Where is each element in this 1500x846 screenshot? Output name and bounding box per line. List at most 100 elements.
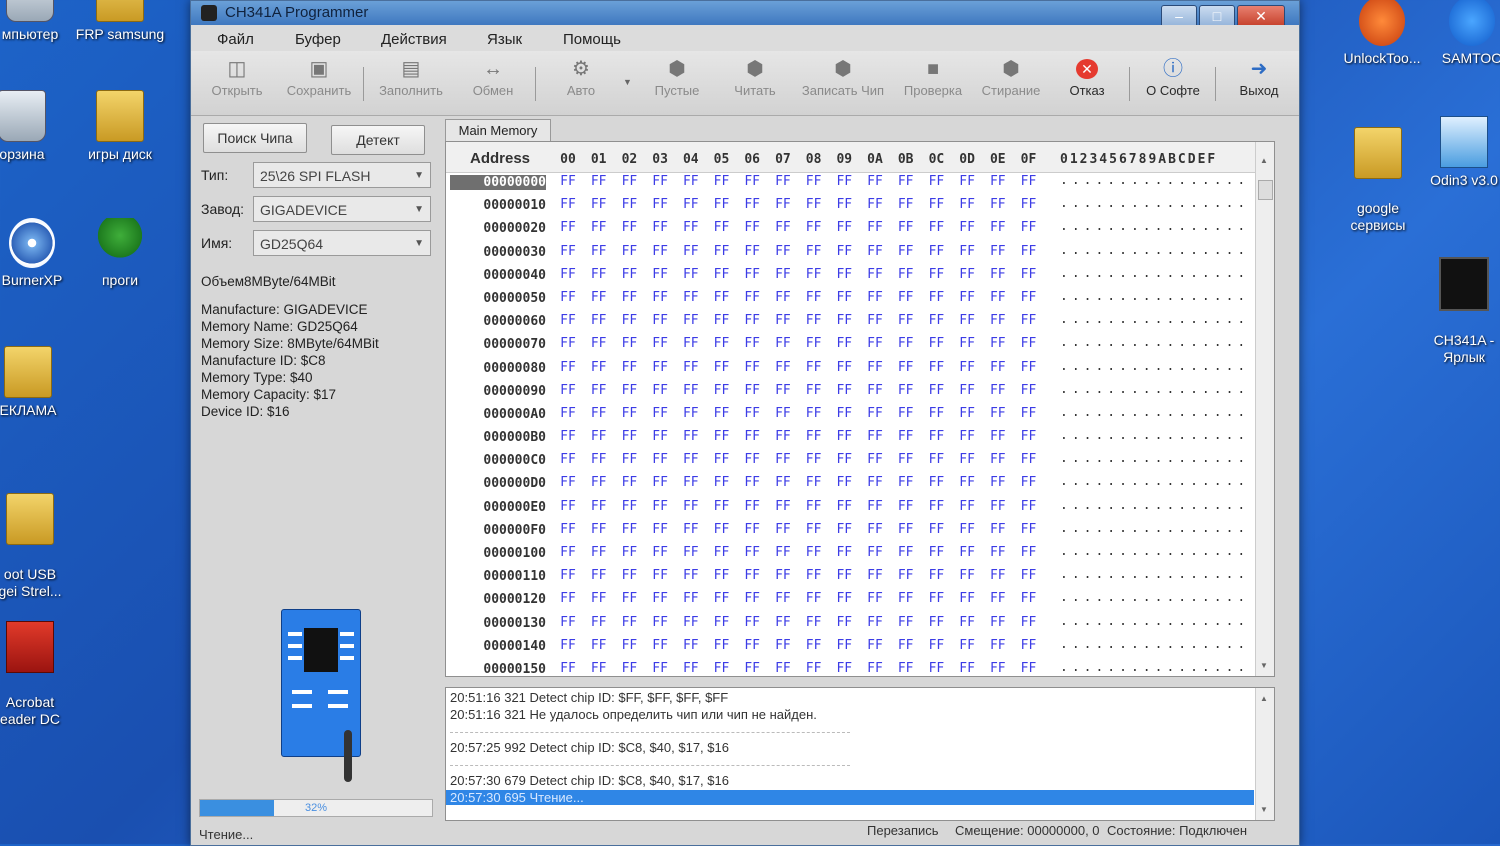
hex-byte[interactable]: FF xyxy=(832,591,856,606)
hex-byte[interactable]: FF xyxy=(617,360,641,375)
hex-byte[interactable]: FF xyxy=(894,290,918,305)
hex-byte[interactable]: FF xyxy=(648,522,672,537)
hex-byte[interactable]: FF xyxy=(986,174,1010,189)
hex-byte[interactable]: FF xyxy=(863,452,887,467)
hex-byte[interactable]: FF xyxy=(955,406,979,421)
hex-byte[interactable]: FF xyxy=(832,290,856,305)
title-bar[interactable]: CH341A Programmer – □ ✕ xyxy=(191,1,1299,29)
hex-byte[interactable]: FF xyxy=(986,429,1010,444)
hex-byte[interactable]: FF xyxy=(617,522,641,537)
hex-byte[interactable]: FF xyxy=(648,383,672,398)
hex-byte[interactable]: FF xyxy=(863,220,887,235)
menu-language[interactable]: Язык xyxy=(487,31,522,48)
hex-byte[interactable]: FF xyxy=(740,429,764,444)
hex-byte[interactable]: FF xyxy=(740,499,764,514)
hex-byte[interactable]: FF xyxy=(648,661,672,676)
hex-byte[interactable]: FF xyxy=(955,174,979,189)
hex-byte[interactable]: FF xyxy=(556,267,580,282)
hex-byte[interactable]: FF xyxy=(648,568,672,583)
hex-byte[interactable]: FF xyxy=(986,197,1010,212)
hex-scrollbar[interactable]: ▲ ▼ xyxy=(1255,142,1274,676)
desktop-icon-reklama[interactable]: ЕКЛАМА xyxy=(0,346,88,419)
hex-byte[interactable]: FF xyxy=(556,244,580,259)
hex-byte[interactable]: FF xyxy=(832,336,856,351)
hex-byte[interactable]: FF xyxy=(955,244,979,259)
hex-byte[interactable]: FF xyxy=(648,429,672,444)
menu-buffer[interactable]: Буфер xyxy=(295,31,341,48)
desktop-icon-odin3[interactable]: Odin3 v3.0 xyxy=(1404,116,1500,189)
hex-byte[interactable]: FF xyxy=(710,429,734,444)
hex-byte[interactable]: FF xyxy=(924,313,948,328)
hex-byte[interactable]: FF xyxy=(771,475,795,490)
hex-byte[interactable]: FF xyxy=(648,638,672,653)
hex-byte[interactable]: FF xyxy=(894,452,918,467)
hex-byte[interactable]: FF xyxy=(894,383,918,398)
hex-byte[interactable]: FF xyxy=(617,197,641,212)
hex-byte[interactable]: FF xyxy=(802,568,826,583)
hex-byte[interactable]: FF xyxy=(710,197,734,212)
hex-byte[interactable]: FF xyxy=(802,638,826,653)
hex-byte[interactable]: FF xyxy=(679,545,703,560)
hex-byte[interactable]: FF xyxy=(924,174,948,189)
hex-byte[interactable]: FF xyxy=(863,429,887,444)
hex-row[interactable]: 000000B0 FF FF FF FF FF FF FF FF FF FF FF FF FF FF FF FF… xyxy=(446,427,1256,450)
hex-byte[interactable]: FF xyxy=(679,244,703,259)
hex-byte[interactable]: FF xyxy=(617,244,641,259)
hex-byte[interactable]: FF xyxy=(587,220,611,235)
hex-byte[interactable]: FF xyxy=(679,661,703,676)
cancel-button[interactable]: ✕ Отказ xyxy=(1047,59,1127,98)
hex-byte[interactable]: FF xyxy=(955,452,979,467)
hex-byte[interactable]: FF xyxy=(648,499,672,514)
hex-byte[interactable]: FF xyxy=(802,661,826,676)
hex-byte[interactable]: FF xyxy=(955,568,979,583)
hex-byte[interactable]: FF xyxy=(986,615,1010,630)
hex-byte[interactable]: FF xyxy=(587,174,611,189)
hex-byte[interactable]: FF xyxy=(740,220,764,235)
hex-byte[interactable]: FF xyxy=(771,360,795,375)
hex-byte[interactable]: FF xyxy=(986,313,1010,328)
hex-row[interactable]: 00000000 FF FF FF FF FF FF FF FF FF FF FF FF FF FF FF FF… xyxy=(446,172,1256,195)
hex-byte[interactable]: FF xyxy=(617,220,641,235)
hex-byte[interactable]: FF xyxy=(802,429,826,444)
hex-byte[interactable]: FF xyxy=(710,522,734,537)
hex-byte[interactable]: FF xyxy=(924,290,948,305)
hex-byte[interactable]: FF xyxy=(1017,197,1041,212)
hex-byte[interactable]: FF xyxy=(832,313,856,328)
hex-byte[interactable]: FF xyxy=(955,220,979,235)
hex-byte[interactable]: FF xyxy=(863,244,887,259)
hex-byte[interactable]: FF xyxy=(1017,475,1041,490)
hex-row[interactable]: 000000A0 FF FF FF FF FF FF FF FF FF FF FF FF FF FF FF FF… xyxy=(446,404,1256,427)
hex-row[interactable]: 00000130 FF FF FF FF FF FF FF FF FF FF FF FF FF FF FF FF… xyxy=(446,613,1256,636)
hex-byte[interactable]: FF xyxy=(802,545,826,560)
hex-editor[interactable]: Address 0123456789ABCDEF 00 01 02 03 04 05 06 0… xyxy=(445,141,1275,677)
hex-byte[interactable]: FF xyxy=(1017,452,1041,467)
hex-byte[interactable]: FF xyxy=(587,406,611,421)
hex-byte[interactable]: FF xyxy=(771,499,795,514)
save-button[interactable]: ▣ Сохранить xyxy=(279,59,359,98)
hex-byte[interactable]: FF xyxy=(1017,591,1041,606)
hex-byte[interactable]: FF xyxy=(924,360,948,375)
hex-byte[interactable]: FF xyxy=(587,475,611,490)
hex-byte[interactable]: FF xyxy=(1017,220,1041,235)
hex-row[interactable]: 00000050 FF FF FF FF FF FF FF FF FF FF FF FF FF FF FF FF… xyxy=(446,288,1256,311)
chevron-up-icon[interactable]: ▲ xyxy=(1260,156,1268,165)
hex-byte[interactable]: FF xyxy=(617,429,641,444)
hex-byte[interactable]: FF xyxy=(955,429,979,444)
hex-byte[interactable]: FF xyxy=(556,522,580,537)
hex-byte[interactable]: FF xyxy=(1017,429,1041,444)
hex-byte[interactable]: FF xyxy=(802,267,826,282)
chevron-up-icon[interactable]: ▲ xyxy=(1260,694,1268,703)
hex-byte[interactable]: FF xyxy=(863,661,887,676)
hex-byte[interactable]: FF xyxy=(924,383,948,398)
hex-byte[interactable]: FF xyxy=(894,638,918,653)
hex-byte[interactable]: FF xyxy=(740,174,764,189)
menu-actions[interactable]: Действия xyxy=(381,31,447,48)
hex-byte[interactable]: FF xyxy=(556,452,580,467)
menu-help[interactable]: Помощь xyxy=(563,31,621,48)
hex-byte[interactable]: FF xyxy=(832,429,856,444)
hex-byte[interactable]: FF xyxy=(617,475,641,490)
hex-byte[interactable]: FF xyxy=(679,429,703,444)
auto-dropdown-arrow[interactable]: ▼ xyxy=(623,77,632,87)
hex-byte[interactable]: FF xyxy=(924,522,948,537)
hex-byte[interactable]: FF xyxy=(863,197,887,212)
